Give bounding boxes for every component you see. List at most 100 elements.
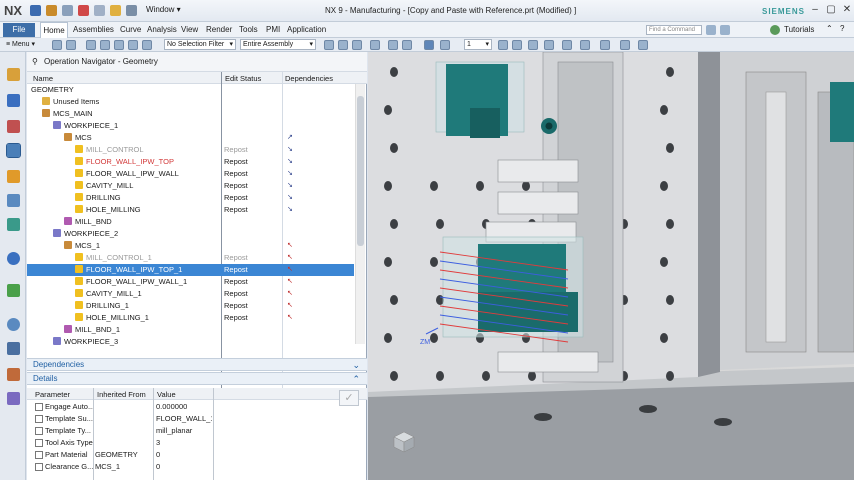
file-tab[interactable]: File bbox=[3, 23, 35, 37]
scroll-thumb[interactable] bbox=[357, 96, 364, 246]
details-row[interactable]: Part Material GEOMETRY 0 bbox=[27, 449, 332, 461]
render-style-icon[interactable] bbox=[580, 40, 590, 50]
details-panel-header[interactable]: Details ⌃ bbox=[27, 372, 367, 385]
view-icon-4[interactable] bbox=[512, 40, 522, 50]
paste-icon[interactable] bbox=[110, 5, 121, 16]
navigator-row[interactable]: FLOOR_WALL_IPW_WALL Repost ↘ bbox=[27, 168, 354, 180]
tutorials-link[interactable]: Tutorials bbox=[784, 25, 814, 34]
tab-render[interactable]: Render bbox=[206, 25, 232, 34]
rotate-icon[interactable] bbox=[528, 40, 538, 50]
toolbar-icon-4[interactable] bbox=[100, 40, 110, 50]
tab-home[interactable]: Home bbox=[40, 22, 68, 38]
tab-application[interactable]: Application bbox=[287, 25, 326, 34]
window-menu[interactable]: Window ▾ bbox=[146, 5, 181, 14]
layer-icon[interactable] bbox=[638, 40, 648, 50]
navigator-row[interactable]: FLOOR_WALL_IPW_TOP Repost ↘ bbox=[27, 156, 354, 168]
system-scenes-icon[interactable] bbox=[7, 392, 20, 405]
snap-icon-3[interactable] bbox=[352, 40, 362, 50]
navigator-row[interactable]: HOLE_MILLING_1 Repost ↖ bbox=[27, 312, 354, 324]
row-checkbox[interactable] bbox=[35, 427, 43, 435]
navigator-row[interactable]: MILL_CONTROL_1 Repost ↖ bbox=[27, 252, 354, 264]
row-checkbox[interactable] bbox=[35, 439, 43, 447]
process-studio-icon[interactable] bbox=[7, 342, 20, 355]
navigator-row[interactable]: WORKPIECE_3 bbox=[27, 336, 354, 348]
roles-icon[interactable] bbox=[7, 368, 20, 381]
snap-icon-4[interactable] bbox=[370, 40, 380, 50]
navigator-row[interactable]: MCS_MAIN bbox=[27, 108, 354, 120]
navigator-row[interactable]: MCS ↗ bbox=[27, 132, 354, 144]
view-icon-2[interactable] bbox=[440, 40, 450, 50]
col-value[interactable]: Value bbox=[157, 390, 176, 399]
navigator-row[interactable]: MCS_1 ↖ bbox=[27, 240, 354, 252]
toolbar-icon-5[interactable] bbox=[114, 40, 124, 50]
col-dependencies[interactable]: Dependencies bbox=[285, 74, 333, 83]
details-row[interactable]: Clearance G... MCS_1 0 bbox=[27, 461, 332, 473]
menu-button[interactable]: ≡ Menu ▾ bbox=[6, 39, 35, 51]
navigator-row[interactable]: Unused Items bbox=[27, 96, 354, 108]
save-icon[interactable] bbox=[30, 5, 41, 16]
reuse-library-icon[interactable] bbox=[7, 194, 20, 207]
col-parameter[interactable]: Parameter bbox=[35, 390, 70, 399]
tab-assemblies[interactable]: Assemblies bbox=[73, 25, 114, 34]
toolbar-icon-3[interactable] bbox=[86, 40, 96, 50]
navigator-row[interactable]: FLOOR_WALL_IPW_WALL_1 Repost ↖ bbox=[27, 276, 354, 288]
col-name[interactable]: Name bbox=[33, 74, 53, 83]
web-browser-icon[interactable] bbox=[7, 252, 20, 265]
graphics-window[interactable]: ZM bbox=[368, 52, 854, 480]
maximize-icon[interactable]: ▢ bbox=[824, 4, 838, 16]
tab-view[interactable]: View bbox=[181, 25, 198, 34]
navigator-row[interactable]: GEOMETRY bbox=[27, 84, 354, 96]
toolbar-icon-2[interactable] bbox=[66, 40, 76, 50]
details-row[interactable]: Template Ty... mill_planar bbox=[27, 425, 332, 437]
navigator-row[interactable]: WORKPIECE_1 bbox=[27, 120, 354, 132]
clock-icon[interactable] bbox=[7, 318, 20, 331]
redo-icon[interactable] bbox=[62, 5, 73, 16]
undo-icon[interactable] bbox=[46, 5, 57, 16]
snap-icon-5[interactable] bbox=[388, 40, 398, 50]
selection-filter-dropdown[interactable]: No Selection Filter bbox=[164, 39, 236, 50]
repeat-command-icon[interactable] bbox=[126, 5, 137, 16]
chevron-up-icon[interactable]: ⌃ bbox=[352, 373, 360, 385]
count-dropdown[interactable]: 1 bbox=[464, 39, 492, 50]
row-checkbox[interactable] bbox=[35, 415, 43, 423]
settings-icon[interactable] bbox=[720, 25, 730, 35]
navigator-row[interactable]: MILL_BND_1 bbox=[27, 324, 354, 336]
navigator-row[interactable]: FLOOR_WALL_IPW_TOP_1 Repost ↖ bbox=[27, 264, 354, 276]
apply-check-button[interactable]: ✓ bbox=[339, 390, 359, 406]
details-row[interactable]: Tool Axis Type 3 bbox=[27, 437, 332, 449]
cut-icon[interactable] bbox=[78, 5, 89, 16]
row-checkbox[interactable] bbox=[35, 451, 43, 459]
ribbon-help-icon[interactable]: ? bbox=[840, 24, 844, 33]
close-icon[interactable]: ✕ bbox=[840, 4, 854, 16]
shaded-icon[interactable] bbox=[600, 40, 610, 50]
pan-icon[interactable] bbox=[544, 40, 554, 50]
selection-scope-dropdown[interactable]: Entire Assembly bbox=[240, 39, 316, 50]
edit-section-icon[interactable] bbox=[620, 40, 630, 50]
toolbar-icon-7[interactable] bbox=[142, 40, 152, 50]
operation-navigator-icon[interactable] bbox=[6, 143, 21, 158]
navigator-row[interactable]: MILL_BND bbox=[27, 216, 354, 228]
pin-icon[interactable]: ⚲ bbox=[32, 57, 38, 66]
hd3d-tools-icon[interactable] bbox=[7, 218, 20, 231]
help-icon[interactable] bbox=[706, 25, 716, 35]
copy-icon[interactable] bbox=[94, 5, 105, 16]
navigator-row[interactable]: WORKPIECE_2 bbox=[27, 228, 354, 240]
navigator-vscroll[interactable] bbox=[355, 84, 365, 344]
toolbar-icon-6[interactable] bbox=[128, 40, 138, 50]
dependencies-panel-header[interactable]: Dependencies ⌄ bbox=[27, 358, 367, 371]
navigator-row[interactable]: HOLE_MILLING Repost ↘ bbox=[27, 204, 354, 216]
cad-model-view[interactable]: ZM bbox=[368, 52, 854, 480]
toolbar-icon-1[interactable] bbox=[52, 40, 62, 50]
navigator-row[interactable]: DRILLING_1 Repost ↖ bbox=[27, 300, 354, 312]
assembly-navigator-icon[interactable] bbox=[7, 68, 20, 81]
snap-icon-2[interactable] bbox=[338, 40, 348, 50]
constraint-navigator-icon[interactable] bbox=[7, 94, 20, 107]
col-inherited-from[interactable]: Inherited From bbox=[97, 390, 146, 399]
tab-curve[interactable]: Curve bbox=[120, 25, 141, 34]
chevron-down-icon[interactable]: ⌄ bbox=[352, 359, 360, 371]
snap-icon-6[interactable] bbox=[402, 40, 412, 50]
orient-view-icon[interactable] bbox=[562, 40, 572, 50]
minimize-icon[interactable]: – bbox=[808, 4, 822, 16]
row-checkbox[interactable] bbox=[35, 463, 43, 471]
history-icon[interactable] bbox=[7, 284, 20, 297]
